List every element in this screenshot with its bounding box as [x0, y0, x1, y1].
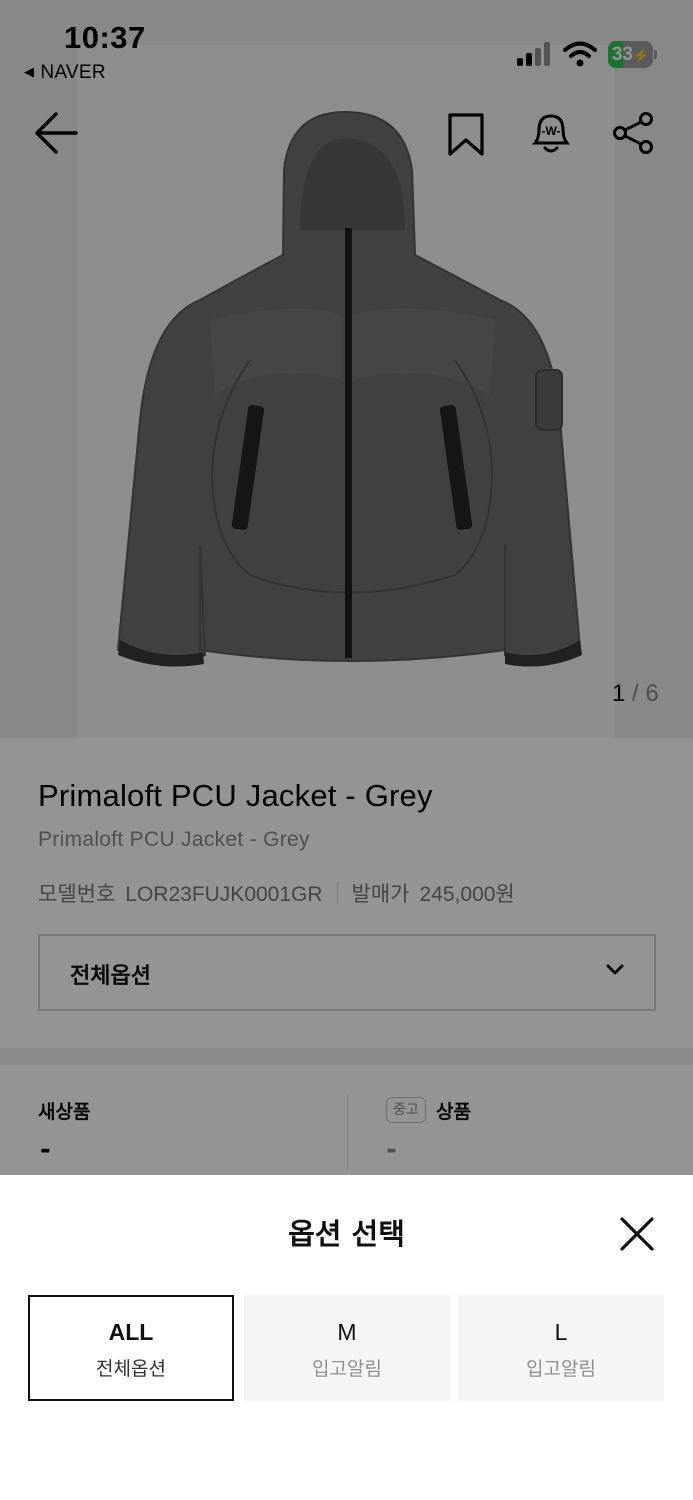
sheet-title: 옵션 선택: [288, 1217, 405, 1251]
option-size-m[interactable]: M 입고알림: [244, 1295, 450, 1401]
option-status-label: 전체옵션: [96, 1358, 166, 1380]
modal-backdrop[interactable]: [0, 0, 693, 1175]
option-size-label: L: [554, 1319, 568, 1345]
option-size-label: ALL: [108, 1319, 154, 1345]
option-size-l[interactable]: L 입고알림: [458, 1295, 664, 1401]
option-all[interactable]: ALL 전체옵션: [28, 1295, 234, 1401]
option-status-label: 입고알림: [312, 1358, 382, 1380]
close-icon[interactable]: [618, 1215, 656, 1253]
option-sheet: 옵션 선택 ALL 전체옵션 M 입고알림 L 입고알림: [0, 1175, 693, 1500]
option-status-label: 입고알림: [526, 1358, 596, 1380]
option-size-label: M: [337, 1319, 357, 1345]
